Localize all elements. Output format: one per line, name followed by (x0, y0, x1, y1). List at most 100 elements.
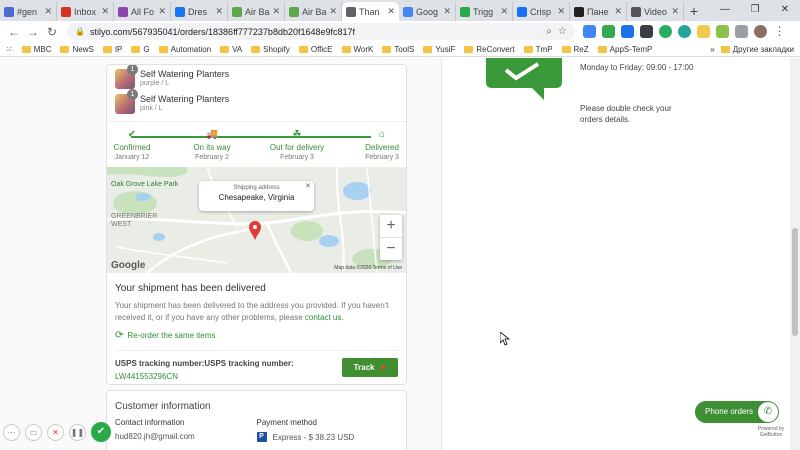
contact-us-link[interactable]: contact us (305, 313, 341, 322)
chevron-double-right-icon[interactable]: » (710, 45, 714, 54)
bookmark-label[interactable]: IP (115, 45, 123, 54)
more-icon[interactable]: ⋯ (3, 423, 20, 441)
extension-icon[interactable] (602, 25, 615, 38)
other-bookmarks[interactable]: » Другие закладки (710, 45, 794, 54)
extension-icon[interactable] (716, 25, 729, 38)
reload-icon[interactable]: ↻ (44, 25, 60, 39)
close-tab-icon[interactable]: ✕ (443, 6, 451, 17)
maximize-icon[interactable]: ❐ (740, 0, 770, 21)
bookmark-label[interactable]: ReConvert (476, 45, 514, 54)
bookmark-item[interactable]: IP (102, 45, 123, 54)
bookmark-item[interactable]: NewS (60, 45, 94, 54)
bookmark-label[interactable]: G (143, 45, 149, 54)
bookmark-label[interactable]: Shopify (263, 45, 290, 54)
bookmark-label[interactable]: NewS (72, 45, 93, 54)
tab-label[interactable]: #gen (17, 7, 42, 17)
bookmark-item[interactable]: TmP (523, 45, 553, 54)
bookmark-label[interactable]: AppS-TemP (610, 45, 653, 54)
done-check-icon[interactable]: ✔ (91, 422, 111, 442)
map-footer[interactable]: Map data ©2020 Terms of Use (334, 265, 402, 271)
reorder-link[interactable]: ⟳ Re-order the same items (115, 330, 398, 341)
bookmark-label[interactable]: Automation (171, 45, 211, 54)
close-tab-icon[interactable]: ✕ (215, 6, 223, 17)
extension-icon[interactable] (697, 25, 710, 38)
other-bookmarks-label[interactable]: Другие закладки (733, 45, 794, 54)
bookmark-item[interactable]: MBC (21, 45, 52, 54)
tab-5[interactable]: Air Ba ✕ (285, 2, 342, 21)
zoom-in-button[interactable]: + (380, 215, 402, 237)
tab-label[interactable]: Than (359, 7, 385, 17)
shipping-map[interactable]: Oak Grove Lake Park GREENBRIER WEST ✕ Sh… (107, 167, 406, 273)
menu-icon[interactable]: ⋮ (773, 25, 786, 38)
bookmark-item[interactable]: ReConvert (464, 45, 515, 54)
bookmark-label[interactable]: MBC (34, 45, 52, 54)
tab-label[interactable]: Dres (188, 7, 213, 17)
bookmark-label[interactable]: TmP (536, 45, 553, 54)
extension-icon[interactable] (735, 25, 748, 38)
close-tab-icon[interactable]: ✕ (158, 6, 166, 17)
page-scrollbar[interactable] (790, 58, 800, 450)
track-button[interactable]: Track ➤ (342, 358, 398, 377)
close-tab-icon[interactable]: ✕ (671, 6, 679, 17)
reorder-label[interactable]: Re-order the same items (127, 331, 215, 340)
lock-icon[interactable]: 🔒 (75, 27, 85, 36)
bookmark-item[interactable]: WorK (341, 45, 374, 54)
close-tab-icon[interactable]: ✕ (387, 6, 395, 17)
apps-icon[interactable]: ⁙ (6, 45, 13, 54)
tab-7[interactable]: Goog ✕ (399, 2, 456, 21)
zoom-out-button[interactable]: − (380, 238, 402, 260)
tab-0[interactable]: #gen ✕ (0, 2, 57, 21)
pause-icon[interactable]: ❚❚ (69, 423, 86, 441)
address-bar[interactable]: 🔒 stilyo.com/567935041/orders/18386ff777… (67, 23, 575, 40)
tab-4[interactable]: Air Ba ✕ (228, 2, 285, 21)
tab-label[interactable]: Trigg (473, 7, 498, 17)
tab-6[interactable]: Than ✕ (342, 2, 399, 21)
close-tab-icon[interactable]: ✕ (500, 6, 508, 17)
bookmark-item[interactable]: ToolS (382, 45, 414, 54)
bookmark-label[interactable]: WorK (354, 45, 374, 54)
bookmark-item[interactable]: Automation (158, 45, 211, 54)
extension-icon[interactable] (678, 25, 691, 38)
translate-extension-icon[interactable] (583, 25, 596, 38)
star-icon[interactable]: ☆ (558, 26, 567, 37)
grammarly-extension-icon[interactable] (659, 25, 672, 38)
bookmark-item[interactable]: G (131, 45, 150, 54)
profile-avatar[interactable] (754, 25, 767, 38)
zoom-search-icon[interactable]: ⌕ (546, 26, 552, 37)
close-tab-icon[interactable]: ✕ (614, 6, 622, 17)
bookmark-item[interactable]: Shopify (251, 45, 290, 54)
tab-2[interactable]: All Fo ✕ (114, 2, 171, 21)
tab-label[interactable]: Inbox (74, 7, 99, 17)
phone-icon[interactable]: ✆ (758, 402, 778, 422)
close-window-icon[interactable]: ✕ (770, 0, 800, 21)
tab-label[interactable]: Air Ba (245, 7, 270, 17)
bookmark-item[interactable]: VA (220, 45, 242, 54)
bookmark-item[interactable]: YusiF (423, 45, 455, 54)
tab-1[interactable]: Inbox ✕ (57, 2, 114, 21)
tab-label[interactable]: Пане (587, 7, 612, 17)
bookmark-label[interactable]: OfficE (311, 45, 333, 54)
bookmark-label[interactable]: ReZ (574, 45, 589, 54)
scrollbar-thumb[interactable] (792, 228, 798, 336)
tab-label[interactable]: All Fo (131, 7, 156, 17)
powered-by[interactable]: Powered by GetButton (754, 426, 788, 438)
tab-8[interactable]: Trigg ✕ (456, 2, 513, 21)
close-tab-icon[interactable]: ✕ (101, 6, 109, 17)
close-icon[interactable]: ✕ (305, 182, 311, 190)
tab-label[interactable]: Air Ba (302, 7, 327, 17)
bookmark-item[interactable]: ReZ (561, 45, 589, 54)
close-tab-icon[interactable]: ✕ (272, 6, 280, 17)
tab-10[interactable]: Пане ✕ (570, 2, 627, 21)
bookmark-item[interactable]: OfficE (298, 45, 333, 54)
tab-label[interactable]: Crisp (530, 7, 555, 17)
cancel-icon[interactable]: ✕ (47, 423, 64, 441)
tab-3[interactable]: Dres ✕ (171, 2, 228, 21)
tab-11[interactable]: Video ✕ (627, 2, 684, 21)
phone-orders-button[interactable]: Phone orders ✆ (695, 401, 779, 423)
camera-icon[interactable]: ▭ (25, 423, 42, 441)
close-tab-icon[interactable]: ✕ (557, 6, 565, 17)
bookmark-label[interactable]: ToolS (394, 45, 414, 54)
close-tab-icon[interactable]: ✕ (44, 6, 52, 17)
tab-label[interactable]: Goog (416, 7, 441, 17)
tab-9[interactable]: Crisp ✕ (513, 2, 570, 21)
